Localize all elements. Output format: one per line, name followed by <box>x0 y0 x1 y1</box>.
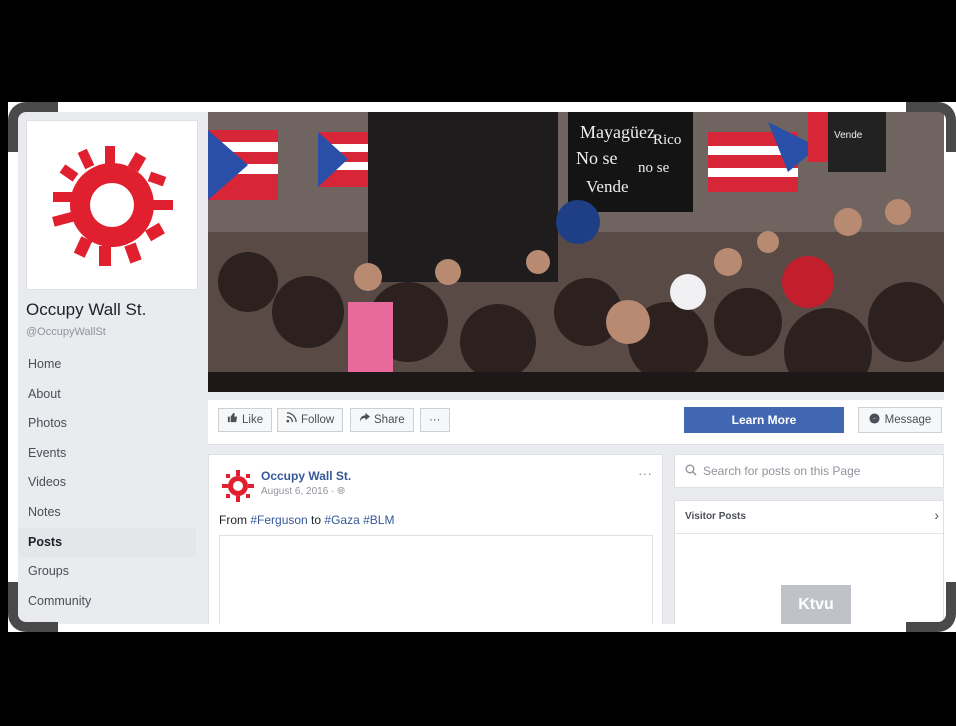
puerto-rico-flag-icon <box>208 130 278 200</box>
like-button[interactable]: Like <box>218 408 273 432</box>
post-attachment[interactable] <box>219 535 653 624</box>
visitor-post-thumbnail[interactable]: Ktvu <box>781 585 851 624</box>
nav-item-videos[interactable]: Videos <box>18 468 196 498</box>
nav-item-home[interactable]: Home <box>18 350 196 380</box>
search-placeholder: Search for posts on this Page <box>703 464 861 478</box>
facebook-page: Occupy Wall St. @OccupyWallSt Home About… <box>18 112 944 624</box>
post-date[interactable]: August 6, 2016 · 🌐︎ <box>261 486 345 497</box>
frame-corner <box>906 102 956 152</box>
share-arrow-icon <box>359 408 370 432</box>
screen-frame: Occupy Wall St. @OccupyWallSt Home About… <box>8 102 956 632</box>
occupy-logo-icon <box>222 470 254 502</box>
svg-text:Vende: Vende <box>586 177 628 196</box>
nav-item-posts[interactable]: Posts <box>18 527 196 558</box>
message-button[interactable]: Message <box>858 407 942 433</box>
frame-corner <box>8 582 58 632</box>
messenger-icon <box>869 413 880 427</box>
nav-item-notes[interactable]: Notes <box>18 498 196 528</box>
page-name[interactable]: Occupy Wall St. <box>26 300 146 320</box>
post-card: Occupy Wall St. August 6, 2016 · 🌐︎ ··· … <box>208 454 663 624</box>
follow-button[interactable]: Follow <box>277 408 344 432</box>
share-button[interactable]: Share <box>350 408 414 432</box>
svg-text:Vende: Vende <box>834 130 863 141</box>
rss-follow-icon <box>286 408 297 432</box>
thumbs-up-icon <box>227 408 238 432</box>
visitor-posts-title[interactable]: Visitor Posts <box>685 511 746 522</box>
post-author-avatar[interactable] <box>221 469 255 503</box>
chevron-right-icon[interactable]: › <box>934 507 939 523</box>
page-nav: Home About Photos Events Videos Notes Po… <box>18 350 196 616</box>
globe-icon: 🌐︎ <box>337 486 346 497</box>
frame-corner <box>8 102 58 152</box>
search-icon <box>685 464 697 479</box>
page-post-search[interactable]: Search for posts on this Page <box>674 454 944 488</box>
svg-text:No se: No se <box>576 148 618 168</box>
post-text: From #Ferguson to #Gaza #BLM <box>219 513 395 527</box>
frame-corner <box>906 582 956 632</box>
svg-text:Mayagüez: Mayagüez <box>580 122 655 142</box>
page-handle[interactable]: @OccupyWallSt <box>26 326 106 338</box>
page-action-bar: Like Follow Share ··· Learn More Message <box>208 400 944 445</box>
nav-item-photos[interactable]: Photos <box>18 409 196 439</box>
nav-item-events[interactable]: Events <box>18 439 196 469</box>
post-author-name[interactable]: Occupy Wall St. <box>261 469 351 483</box>
learn-more-button[interactable]: Learn More <box>684 407 844 433</box>
cover-photo[interactable]: Mayagüez Rico No se no se Vende Vende <box>208 112 944 392</box>
divider <box>675 533 943 534</box>
svg-text:no se: no se <box>638 160 670 176</box>
visitor-posts-panel: Visitor Posts › Ktvu <box>674 500 944 624</box>
hashtag-link[interactable]: #Ferguson <box>250 513 307 527</box>
left-sidebar: Occupy Wall St. @OccupyWallSt Home About… <box>18 112 208 624</box>
more-options-button[interactable]: ··· <box>420 408 450 432</box>
hashtag-link[interactable]: #Gaza <box>324 513 359 527</box>
svg-text:Rico: Rico <box>653 132 681 148</box>
hashtag-link[interactable]: #BLM <box>363 513 394 527</box>
nav-item-about[interactable]: About <box>18 380 196 410</box>
protest-crowd-image: Mayagüez Rico No se no se Vende Vende <box>208 112 944 392</box>
occupy-logo-icon <box>52 146 173 266</box>
post-options-button[interactable]: ··· <box>638 465 652 481</box>
